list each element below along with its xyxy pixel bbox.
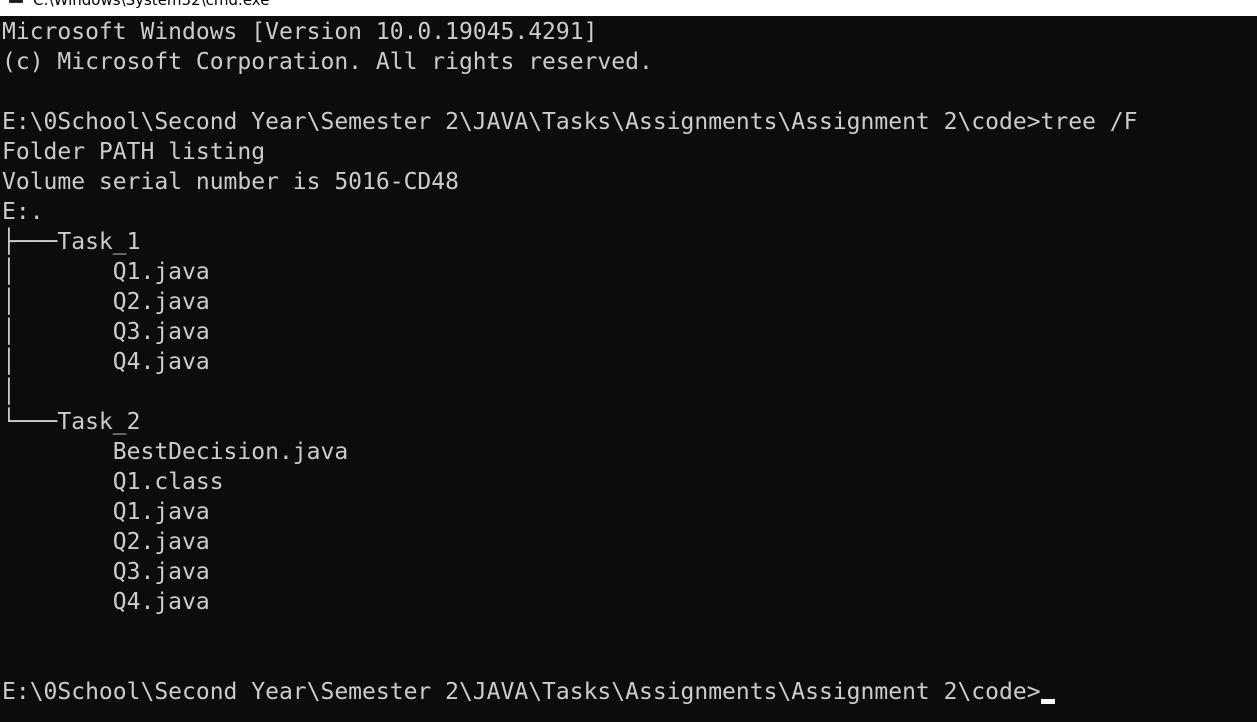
- text-cursor: [1040, 699, 1055, 704]
- console-line: (c) Microsoft Corporation. All rights re…: [2, 49, 653, 75]
- window-title: C:\Windows\System32\cmd.exe: [33, 0, 270, 9]
- prompt-line[interactable]: E:\0School\Second Year\Semester 2\JAVA\T…: [2, 677, 1257, 707]
- console-line: Q1.java: [2, 499, 210, 525]
- console-output[interactable]: Microsoft Windows [Version 10.0.19045.42…: [2, 17, 1257, 722]
- console-line: E:.: [2, 199, 44, 225]
- console-line: Volume serial number is 5016-CD48: [2, 169, 459, 195]
- console-line: └───Task_2: [2, 409, 141, 435]
- console-line: E:\0School\Second Year\Semester 2\JAVA\T…: [2, 109, 1138, 135]
- console-line: │ Q4.java: [2, 349, 210, 375]
- console-line: Q1.class: [2, 469, 224, 495]
- console-line: Microsoft Windows [Version 10.0.19045.42…: [2, 19, 598, 45]
- console-line: Q3.java: [2, 559, 210, 585]
- title-bar[interactable]: C:\Windows\System32\cmd.exe: [0, 0, 1257, 16]
- cmd-window: C:\Windows\System32\cmd.exe Microsoft Wi…: [0, 0, 1257, 722]
- console-line: │ Q1.java: [2, 259, 210, 285]
- console-line: Q4.java: [2, 589, 210, 615]
- console-line: │ Q2.java: [2, 289, 210, 315]
- console-line: Q2.java: [2, 529, 210, 555]
- command-prompt: E:\0School\Second Year\Semester 2\JAVA\T…: [2, 679, 1041, 705]
- console-line: │ Q3.java: [2, 319, 210, 345]
- console-line: │: [2, 379, 16, 405]
- console-line: ├───Task_1: [2, 229, 141, 255]
- console-icon: [9, 0, 23, 3]
- console-line: BestDecision.java: [2, 439, 349, 465]
- console-line: Folder PATH listing: [2, 139, 266, 165]
